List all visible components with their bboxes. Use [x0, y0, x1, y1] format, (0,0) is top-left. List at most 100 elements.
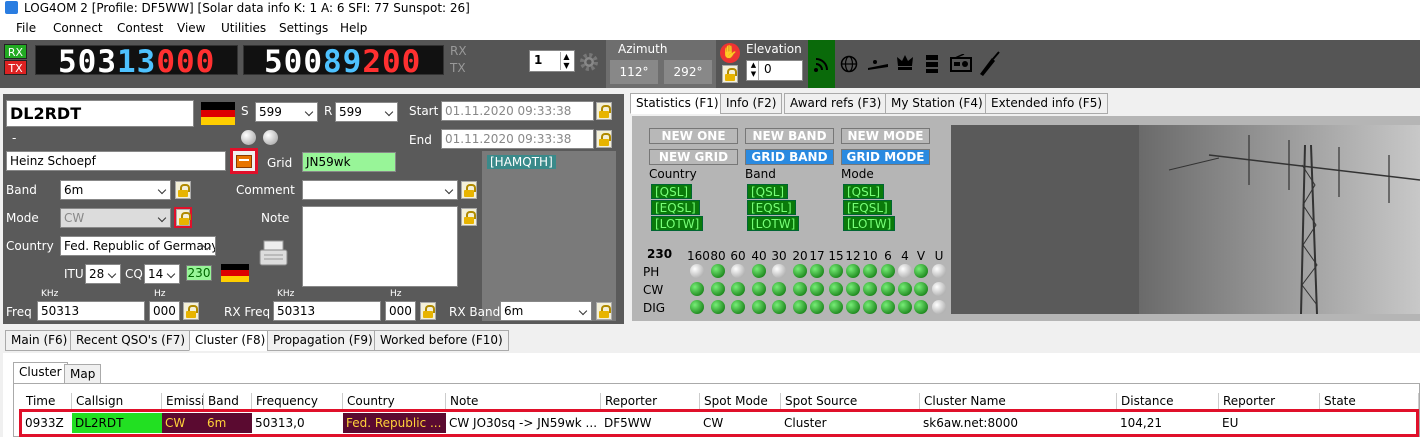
tab-my-station[interactable]: My Station (F4) — [885, 93, 989, 114]
menu-file[interactable]: File — [16, 21, 36, 35]
memory-spinner[interactable]: 1 ▲ ▼ — [529, 50, 575, 72]
column-header-country[interactable]: Country — [343, 393, 446, 409]
tab-main[interactable]: Main (F6) — [5, 330, 74, 351]
column-header-emissi[interactable]: Emissi — [162, 393, 204, 409]
band-lock-icon[interactable] — [175, 181, 191, 199]
menu-help[interactable]: Help — [340, 21, 367, 35]
column-header-reporter[interactable]: Reporter — [601, 393, 700, 409]
globe-icon[interactable] — [840, 55, 858, 73]
elevation-lock-icon[interactable] — [722, 65, 738, 83]
tx-indicator[interactable]: TX — [4, 60, 27, 75]
mode-lock-highlight[interactable] — [174, 207, 192, 228]
azimuth-long-path[interactable]: 292° — [664, 60, 712, 84]
tab-award-refs[interactable]: Award refs (F3) — [784, 93, 888, 114]
column-header-time[interactable]: Time — [22, 393, 72, 409]
rst-rcvd-select[interactable]: 599 — [335, 102, 398, 122]
status-dot-dig-v — [914, 300, 928, 314]
mode-select[interactable]: CW — [60, 208, 171, 228]
column-header-note[interactable]: Note — [446, 393, 601, 409]
vfo-b-display[interactable]: 50089200 — [243, 45, 444, 78]
comment-select[interactable] — [302, 180, 458, 200]
cell-emissi: CW — [162, 413, 204, 433]
azimuth-short-path[interactable]: 112° — [610, 60, 658, 84]
satellite-icon[interactable] — [867, 56, 889, 72]
freq-hz-input[interactable]: 000 — [149, 301, 180, 321]
status-dot-dig-17 — [810, 300, 824, 314]
column-header-reporter[interactable]: Reporter — [1219, 393, 1320, 409]
comment-lock-icon[interactable] — [461, 181, 477, 199]
cell-state — [1320, 413, 1419, 433]
tab-recent-qsos[interactable]: Recent QSO's (F7) — [70, 330, 192, 351]
rxfreq-khz-input[interactable]: 50313 — [273, 301, 381, 321]
antenna-pen-icon[interactable] — [978, 50, 1000, 76]
column-header-distance[interactable]: Distance — [1117, 393, 1219, 409]
menu-utilities[interactable]: Utilities — [221, 21, 266, 35]
note-textarea[interactable] — [302, 206, 458, 287]
column-header-callsign[interactable]: Callsign — [72, 393, 162, 409]
column-header-spot-mode[interactable]: Spot Mode — [700, 393, 781, 409]
column-header-cluster-name[interactable]: Cluster Name — [920, 393, 1117, 409]
column-header-state[interactable]: State — [1320, 393, 1419, 409]
tab-worked-before[interactable]: Worked before (F10) — [374, 330, 509, 351]
status-dot-ph-12 — [846, 264, 860, 278]
rxfreq-lock-icon[interactable] — [420, 302, 436, 320]
server-icon[interactable] — [925, 54, 939, 74]
country-flag-icon — [221, 264, 249, 282]
freq-label: Freq — [6, 305, 32, 319]
vfo-b-mhz: 500 — [264, 44, 323, 80]
tab-propagation[interactable]: Propagation (F9) — [267, 330, 379, 351]
settings-gear-icon[interactable] — [578, 51, 600, 73]
elevation-spinner[interactable]: ▲ ▼ 0 — [746, 60, 803, 81]
freq-khz-input[interactable]: 50313 — [37, 301, 145, 321]
cell-reporter: DF5WW — [604, 416, 652, 430]
freq-lock-icon[interactable] — [183, 302, 199, 320]
status-dot-cw-10 — [863, 282, 877, 296]
callsign-input[interactable]: DL2RDT — [6, 100, 194, 127]
start-time-input[interactable]: 01.11.2020 09:33:38 — [441, 101, 594, 121]
itu-select[interactable]: 28 — [85, 264, 121, 284]
lookup-button[interactable] — [230, 148, 258, 174]
rxfreq-hz-label: Hz — [390, 289, 402, 299]
rst-sent-select[interactable]: 599 — [255, 102, 318, 122]
menu-connect[interactable]: Connect — [53, 21, 103, 35]
printer-icon[interactable] — [258, 240, 289, 270]
tab-cluster-list[interactable]: Cluster — [13, 362, 68, 384]
mode-lotw: [LOTW] — [843, 216, 896, 231]
cq-select[interactable]: 14 — [144, 264, 180, 284]
name-input[interactable]: Heinz Schoepf — [6, 151, 226, 171]
tab-cluster-map[interactable]: Map — [64, 364, 102, 384]
rx-indicator[interactable]: RX — [4, 44, 27, 59]
cat-status[interactable] — [808, 40, 835, 88]
tab-cluster[interactable]: Cluster (F8) — [189, 330, 272, 351]
band-header-10: 10 — [862, 249, 878, 263]
stop-rotor-icon[interactable]: ✋ — [720, 43, 740, 63]
status-dot-cw-30 — [772, 282, 786, 296]
column-header-spot-source[interactable]: Spot Source — [781, 393, 920, 409]
vfo-a-mhz: 503 — [58, 44, 117, 80]
vfo-a-display[interactable]: 50313000 — [35, 45, 238, 78]
award-crown-icon[interactable] — [895, 52, 915, 72]
note-lock-icon[interactable] — [461, 208, 477, 226]
menu-view[interactable]: View — [177, 21, 205, 35]
tab-extended-info[interactable]: Extended info (F5) — [985, 93, 1109, 114]
grid-input[interactable]: JN59wk — [302, 152, 396, 172]
rxband-lock-icon[interactable] — [596, 302, 612, 320]
band-select[interactable]: 6m — [60, 180, 171, 200]
country-select[interactable]: Fed. Republic of Germany — [60, 236, 216, 256]
rxfreq-hz-input[interactable]: 000 — [385, 301, 416, 321]
menu-settings[interactable]: Settings — [279, 21, 328, 35]
status-dot-ph-40 — [752, 264, 766, 278]
radio-device-icon[interactable] — [950, 54, 972, 72]
end-lock-icon[interactable] — [596, 130, 612, 148]
start-lock-icon[interactable] — [596, 102, 612, 120]
tab-info[interactable]: Info (F2) — [720, 93, 783, 114]
dxcc-badge: 230 — [186, 265, 212, 281]
hamqth-link[interactable]: [HAMQTH] — [487, 155, 556, 169]
end-time-input[interactable]: 01.11.2020 09:33:38 — [441, 129, 594, 149]
column-header-frequency[interactable]: Frequency — [252, 393, 343, 409]
rxband-select[interactable]: 6m — [500, 301, 592, 321]
tab-statistics[interactable]: Statistics (F1) — [630, 93, 725, 114]
menu-contest[interactable]: Contest — [117, 21, 163, 35]
column-header-band[interactable]: Band — [204, 393, 252, 409]
cell-spot-mode: CW — [703, 416, 724, 430]
